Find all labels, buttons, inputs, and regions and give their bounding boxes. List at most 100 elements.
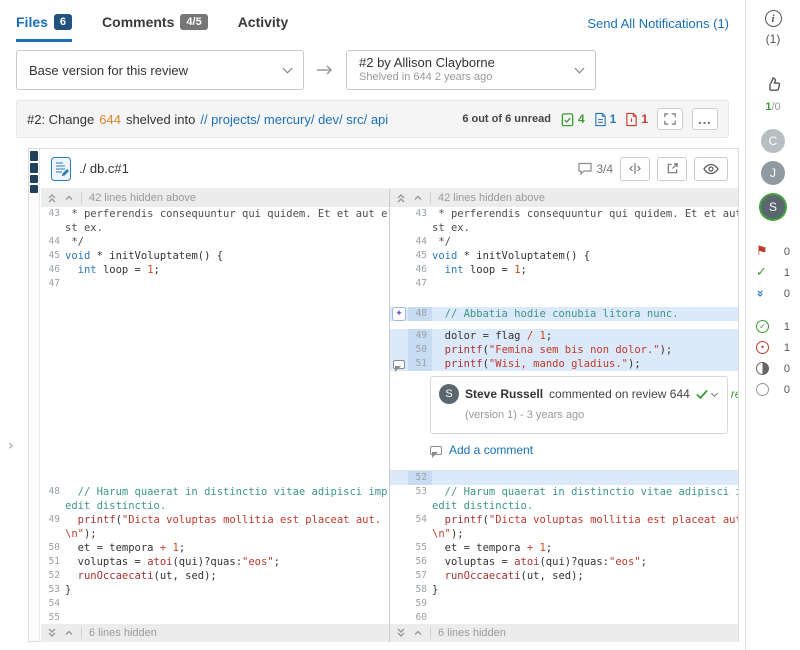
code-line[interactable]: 52 runOccaecati(ut, sed);	[41, 569, 389, 583]
code-line[interactable]: 53 // Harum quaerat in distinctio vitae …	[390, 485, 738, 499]
chevron-up-icon[interactable]	[64, 193, 74, 203]
vote-up-button[interactable]	[765, 76, 782, 98]
sidebar-metric-requires-revision[interactable]: »0	[756, 287, 790, 300]
inline-comment-icon[interactable]	[390, 357, 408, 371]
file-comments-count[interactable]: 3/4	[578, 162, 613, 176]
line-number[interactable]: 45	[408, 249, 432, 263]
expand-left-panel-handle[interactable]: ›	[8, 438, 14, 454]
code-line[interactable]: 50 et = tempora + 1;	[41, 541, 389, 555]
code-line[interactable]: 47	[41, 277, 389, 291]
code-line[interactable]: 44 */	[41, 235, 389, 249]
line-number[interactable]	[408, 527, 432, 541]
alert-files-count[interactable]: 1	[625, 112, 648, 127]
double-chevron-down-icon[interactable]	[396, 628, 406, 638]
code-line[interactable]: 60	[390, 611, 738, 624]
code-line[interactable]: 53}	[41, 583, 389, 597]
depot-path-links[interactable]: // projects/ mercury/ dev/ src/ api	[200, 112, 388, 127]
line-number[interactable]: 56	[408, 555, 432, 569]
code-line-added[interactable]: 50 printf("Femina sem bis non dolor.");	[390, 343, 738, 357]
line-number[interactable]: 49	[41, 513, 65, 527]
base-version-select[interactable]: Base version for this review	[16, 50, 304, 90]
code-line[interactable]: \n");	[390, 527, 738, 541]
double-chevron-up-icon[interactable]	[47, 193, 57, 203]
target-version-select[interactable]: #2 by Allison Clayborne Shelved in 644 2…	[346, 50, 596, 90]
line-number[interactable]: 52	[41, 569, 65, 583]
code-line[interactable]: 54 printf("Dicta voluptas mollitia est p…	[390, 513, 738, 527]
double-chevron-up-icon[interactable]	[396, 193, 406, 203]
line-number[interactable]: 60	[408, 611, 432, 624]
code-line[interactable]: st ex.	[41, 221, 389, 235]
chevron-up-icon[interactable]	[413, 628, 423, 638]
add-comment-button[interactable]: Add a comment	[430, 434, 728, 466]
line-number[interactable]: 55	[408, 541, 432, 555]
line-number[interactable]: 48	[41, 485, 65, 499]
line-number[interactable]	[408, 221, 432, 235]
line-number[interactable]: 47	[41, 277, 65, 291]
code-line[interactable]: edit distinctio.	[41, 499, 389, 513]
line-number[interactable]: 58	[408, 583, 432, 597]
line-number[interactable]: 55	[41, 611, 65, 624]
comment-state-dropdown[interactable]	[696, 389, 717, 399]
code-line-added[interactable]: ✦48 // Abbatia hodie conubia litora nunc…	[390, 307, 738, 321]
sidebar-metric-passed[interactable]: ✓1	[756, 320, 790, 333]
expand-hidden-below-left[interactable]: 6 lines hidden	[41, 624, 389, 642]
line-number[interactable]: 49	[408, 329, 432, 343]
change-number-link[interactable]: 644	[99, 112, 121, 127]
code-line[interactable]: \n");	[41, 527, 389, 541]
more-options-button[interactable]: …	[692, 108, 718, 130]
code-line[interactable]: 45void * initVoluptatem() {	[41, 249, 389, 263]
code-line[interactable]: 47	[390, 277, 738, 291]
change-map-scrollbar[interactable]	[29, 149, 40, 641]
code-line-added[interactable]: 51 printf("Wisi, mando gladius.");	[390, 357, 738, 371]
line-number[interactable]: 57	[408, 569, 432, 583]
line-number[interactable]: 53	[41, 583, 65, 597]
fullscreen-button[interactable]	[657, 108, 683, 130]
line-number[interactable]: 53	[408, 485, 432, 499]
sidebar-metric-approvals[interactable]: ✓1	[756, 266, 790, 279]
line-number[interactable]	[408, 499, 432, 513]
code-line[interactable]: edit distinctio.	[390, 499, 738, 513]
code-line[interactable]: 56 voluptas = atoi(qui)?quas:"eos";	[390, 555, 738, 569]
sidebar-metric-in-progress[interactable]: 0	[756, 362, 790, 375]
code-line-added[interactable]: 49 dolor = flag / 1;	[390, 329, 738, 343]
code-line[interactable]: 58}	[390, 583, 738, 597]
line-number[interactable]	[41, 221, 65, 235]
line-number[interactable]: 46	[41, 263, 65, 277]
line-number[interactable]: 44	[408, 235, 432, 249]
code-line[interactable]: 46 int loop = 1;	[390, 263, 738, 277]
expand-hidden-above-left[interactable]: 42 lines hidden above	[41, 189, 389, 207]
open-file-button[interactable]	[657, 157, 687, 181]
avatar-participant-2[interactable]: J	[761, 161, 785, 185]
sidebar-metric-flags[interactable]: ⚑0	[756, 245, 790, 258]
code-line[interactable]: 49 printf("Dicta voluptas mollitia est p…	[41, 513, 389, 527]
line-number[interactable]: 54	[408, 513, 432, 527]
code-line[interactable]: 44 */	[390, 235, 738, 249]
line-number[interactable]: 47	[408, 277, 432, 291]
mark-viewed-button[interactable]	[694, 157, 728, 181]
line-number[interactable]: 51	[408, 357, 432, 371]
tab-activity[interactable]: Activity	[238, 14, 289, 42]
code-line[interactable]: 45void * initVoluptatem() {	[390, 249, 738, 263]
expand-hidden-below-right[interactable]: 6 lines hidden	[390, 624, 738, 642]
code-line[interactable]: 48 // Harum quaerat in distinctio vitae …	[41, 485, 389, 499]
tab-files[interactable]: Files 6	[16, 14, 72, 42]
diff-view-toggle-button[interactable]	[620, 157, 650, 181]
code-line[interactable]: 51 voluptas = atoi(qui)?quas:"eos";	[41, 555, 389, 569]
code-line-added[interactable]: 52	[390, 471, 738, 485]
code-line[interactable]: 55	[41, 611, 389, 624]
sidebar-metric-failed[interactable]: •1	[756, 341, 790, 354]
line-number[interactable]: 52	[408, 471, 432, 485]
line-number[interactable]: 59	[408, 597, 432, 611]
info-icon[interactable]: i	[765, 10, 782, 27]
line-number[interactable]: 54	[41, 597, 65, 611]
line-number[interactable]: 43	[408, 207, 432, 221]
file-name[interactable]: ./ db.c#1	[79, 161, 129, 176]
chevron-up-icon[interactable]	[64, 628, 74, 638]
code-line[interactable]: 57 runOccaecati(ut, sed);	[390, 569, 738, 583]
code-line[interactable]: 59	[390, 597, 738, 611]
tab-comments[interactable]: Comments 4/5	[102, 14, 208, 42]
edited-files-count[interactable]: 1	[594, 112, 617, 127]
line-number[interactable]: 50	[41, 541, 65, 555]
code-line[interactable]: 55 et = tempora + 1;	[390, 541, 738, 555]
code-line[interactable]: 46 int loop = 1;	[41, 263, 389, 277]
